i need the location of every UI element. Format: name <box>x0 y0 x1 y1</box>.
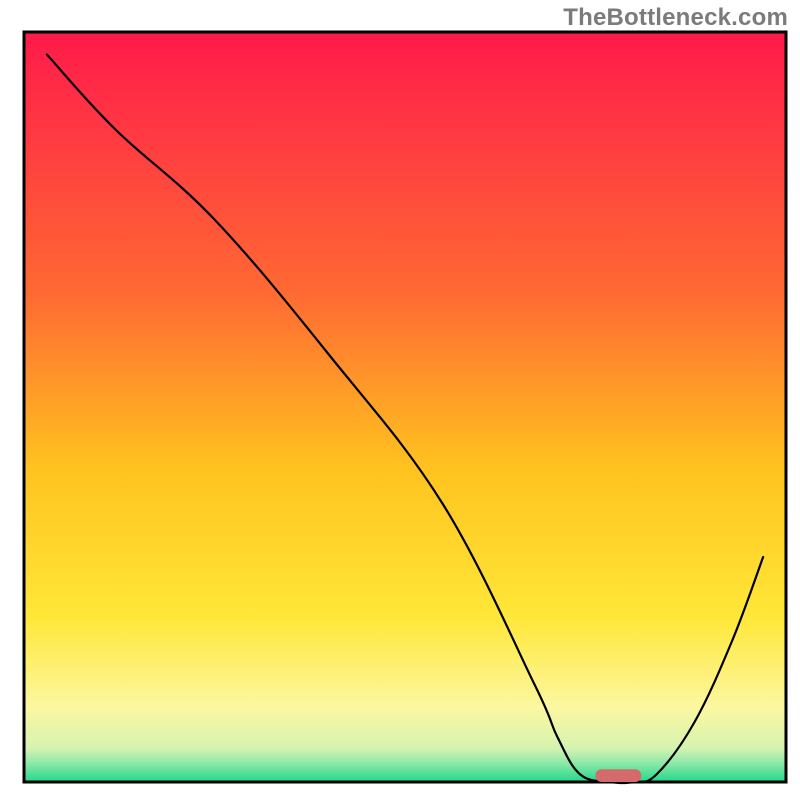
optimal-range-marker <box>596 769 642 782</box>
chart-container: TheBottleneck.com <box>0 0 800 800</box>
bottleneck-chart <box>0 0 800 800</box>
plot-background <box>24 32 786 782</box>
